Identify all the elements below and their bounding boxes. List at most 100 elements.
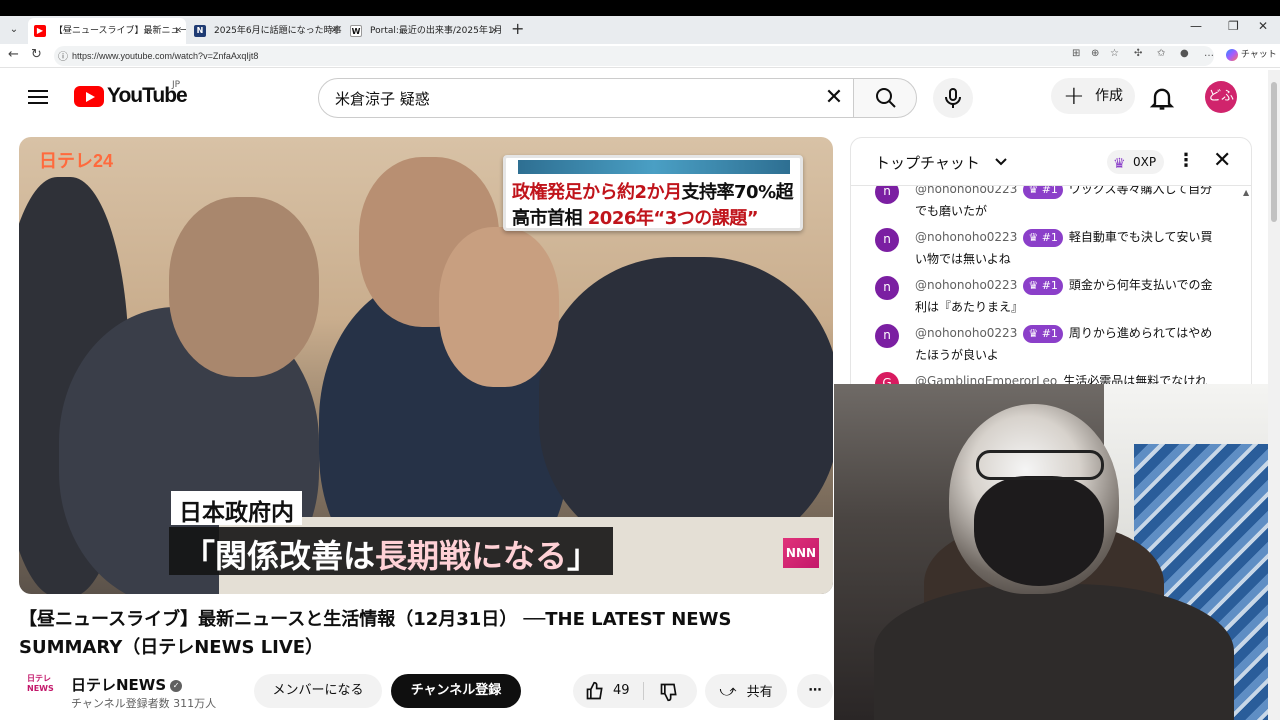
browser-tab-wikipedia[interactable]: W Portal:最近の出来事/2025年1月 - W ✕ [344, 18, 502, 44]
copilot-chat-button[interactable]: チャット [1226, 47, 1277, 61]
region-label: JP [172, 80, 181, 90]
wikipedia-favicon-icon: W [350, 25, 362, 37]
minimize-button[interactable]: — [1190, 19, 1202, 33]
like-dislike-group: 49 [573, 674, 697, 708]
address-bar[interactable]: https://www.youtube.com/watch?v=ZnfaAxqI… [54, 46, 1214, 66]
share-button[interactable]: ⤻ 共有 [705, 674, 787, 708]
account-avatar[interactable]: どふ [1205, 81, 1237, 113]
share-label: 共有 [746, 685, 773, 700]
webcam-person-mask [974, 476, 1104, 586]
close-tab-icon[interactable]: ✕ [330, 18, 338, 44]
more-actions-button[interactable]: ⋯ [797, 674, 833, 708]
chat-scroll-up-icon[interactable]: ▲ [1243, 188, 1249, 197]
url-text: https://www.youtube.com/watch?v=ZnfaAxqI… [72, 51, 259, 61]
reload-icon[interactable]: ↻ [31, 47, 42, 62]
xp-badge[interactable]: ♛ 0XP [1107, 150, 1165, 174]
close-chat-icon[interactable]: ✕ [1213, 148, 1231, 173]
headline-line-1: 政権発足から約2か月支持率70%超 [512, 182, 794, 203]
thumbs-down-icon[interactable] [659, 682, 679, 702]
headline-box: 政権発足から約2か月支持率70%超 高市首相 2026年“3つの課題” [503, 155, 803, 231]
chat-author[interactable]: @nohonoho0223 [915, 186, 1017, 196]
video-figure [439, 227, 559, 387]
share-icon: ⤻ [719, 681, 737, 700]
screen-top-bar [0, 0, 1280, 16]
profile-icon[interactable]: ● [1180, 48, 1189, 59]
chat-button-label: チャット [1240, 50, 1277, 60]
tab-title: 2025年6月に話題になった時事ニュー [214, 26, 342, 36]
window-close-button[interactable]: ✕ [1258, 19, 1268, 33]
webcam-person-glasses [976, 450, 1104, 480]
extensions-icon[interactable]: ✣ [1134, 48, 1142, 59]
search-box: ✕ [318, 78, 854, 118]
favorite-star-icon[interactable]: ☆ [1110, 48, 1119, 59]
video-player[interactable]: 日テレ24 政権発足から約2か月支持率70%超 高市首相 2026年“3つの課題… [19, 137, 833, 594]
page-scrollbar[interactable] [1268, 70, 1280, 720]
subscriber-count: チャンネル登録者数 311万人 [71, 697, 217, 710]
zoom-icon[interactable]: ⊕ [1091, 48, 1099, 59]
chat-author[interactable]: @nohonoho0223 [915, 326, 1017, 340]
avatar[interactable]: n [875, 276, 899, 300]
caption-main: 「関係改善は長期戦になる」 [169, 527, 614, 575]
video-figure [539, 257, 833, 557]
tab-list-dropdown[interactable]: ⌄ [4, 20, 24, 40]
search-input[interactable] [335, 79, 815, 117]
thumbs-up-icon[interactable] [585, 681, 605, 701]
verified-icon: ✓ [170, 679, 183, 692]
news-favicon-icon: N [194, 25, 206, 37]
channel-watermark: 日テレ24 [39, 151, 114, 171]
browser-tab-strip: ⌄ ▶ 【昼ニュースライブ】最新ニュースと生 ✕ N 2025年6月に話題になっ… [0, 16, 1280, 44]
youtube-header: YouTube JP ✕ + 作成 どふ [0, 70, 1268, 126]
search-button[interactable] [853, 78, 917, 118]
chevron-down-icon[interactable] [993, 154, 1009, 170]
browser-tab-news[interactable]: N 2025年6月に話題になった時事ニュー ✕ [188, 18, 342, 44]
browser-toolbar: ← ↻ https://www.youtube.com/watch?v=Znfa… [0, 44, 1280, 68]
app-icon[interactable]: ⊞ [1072, 48, 1080, 59]
favorites-icon[interactable]: ✩ [1157, 48, 1165, 59]
channel-name[interactable]: 日テレNEWS ✓ [71, 674, 183, 695]
clear-search-icon[interactable]: ✕ [821, 85, 847, 111]
like-count: 49 [613, 683, 630, 698]
webcam-person-body [874, 584, 1234, 720]
avatar[interactable]: n [875, 186, 899, 204]
microphone-icon [945, 88, 961, 108]
youtube-favicon-icon: ▶ [34, 25, 46, 37]
join-membership-button[interactable]: メンバーになる [254, 674, 382, 708]
settings-more-icon[interactable]: … [1204, 48, 1214, 59]
voice-search-button[interactable] [933, 78, 973, 118]
new-tab-button[interactable]: + [511, 19, 524, 38]
rank-badge: ♛ #1 [1023, 276, 1063, 295]
tab-title: 【昼ニュースライブ】最新ニュースと生 [54, 26, 186, 36]
video-title: 【昼ニュースライブ】最新ニュースと生活情報（12月31日） ──THE LATE… [19, 609, 732, 658]
chat-message-list[interactable]: n @nohonoho0223 ♛ #1 ワックス等々購入して自分でも磨いたが n … [851, 186, 1251, 396]
headline-line-2: 高市首相 2026年“3つの課題” [512, 208, 759, 229]
browser-tab-youtube[interactable]: ▶ 【昼ニュースライブ】最新ニュースと生 ✕ [28, 18, 186, 44]
restore-button[interactable]: ❐ [1228, 19, 1239, 33]
back-icon[interactable]: ← [8, 47, 19, 62]
avatar[interactable]: n [875, 228, 899, 252]
chat-author[interactable]: @nohonoho0223 [915, 278, 1017, 292]
create-label: 作成 [1095, 88, 1123, 104]
channel-logo[interactable]: 日テレ NEWS [27, 674, 54, 708]
rank-badge: ♛ #1 [1023, 186, 1063, 199]
subscribe-button[interactable]: チャンネル登録 [391, 674, 521, 708]
copilot-icon [1226, 48, 1238, 61]
chat-mode-title[interactable]: トップチャット [875, 152, 980, 173]
chat-header: トップチャット ♛ 0XP ⋮ ✕ [851, 138, 1251, 186]
caption-label: 日本政府内 [171, 491, 302, 526]
close-tab-icon[interactable]: ✕ [174, 18, 182, 44]
rank-badge: ♛ #1 [1023, 324, 1063, 343]
rank-badge: ♛ #1 [1023, 228, 1063, 247]
live-chat-panel: トップチャット ♛ 0XP ⋮ ✕ n @nohonoho0223 ♛ #1 ワック… [850, 137, 1252, 397]
plus-icon: + [1063, 81, 1085, 111]
avatar[interactable]: n [875, 324, 899, 348]
menu-icon[interactable] [28, 86, 48, 106]
video-figure [169, 197, 319, 377]
site-info-icon[interactable]: ⓘ [58, 48, 68, 63]
chat-author[interactable]: @nohonoho0223 [915, 230, 1017, 244]
chat-options-icon[interactable]: ⋮ [1177, 152, 1195, 170]
create-button[interactable]: + 作成 [1051, 78, 1135, 114]
notifications-bell-icon[interactable] [1148, 84, 1176, 112]
close-tab-icon[interactable]: ✕ [490, 18, 498, 44]
nnn-logo: NNN [783, 538, 819, 568]
crown-icon: ♛ [1113, 156, 1126, 172]
